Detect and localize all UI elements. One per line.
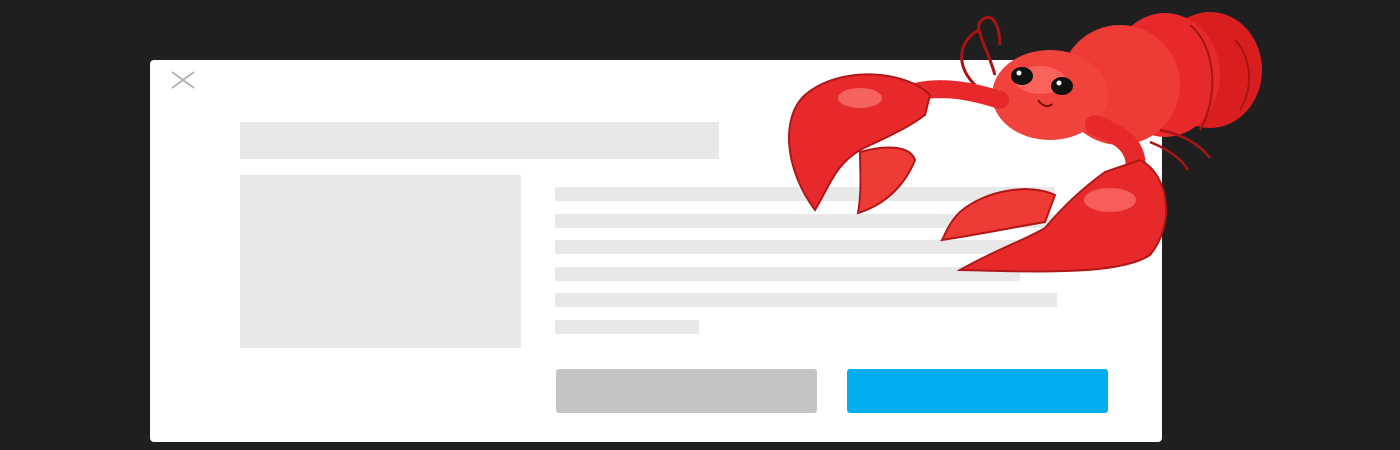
primary-button[interactable] bbox=[847, 369, 1108, 413]
secondary-button[interactable] bbox=[556, 369, 817, 413]
image-placeholder bbox=[240, 175, 521, 348]
text-line-placeholder bbox=[555, 293, 1057, 307]
close-button[interactable] bbox=[168, 68, 198, 94]
title-placeholder bbox=[240, 122, 719, 159]
text-line-placeholder bbox=[555, 267, 1020, 281]
text-line-placeholder bbox=[555, 214, 1055, 228]
text-line-placeholder bbox=[555, 320, 699, 334]
text-line-placeholder bbox=[555, 187, 1055, 201]
close-icon bbox=[171, 71, 195, 89]
text-line-placeholder bbox=[555, 240, 1055, 254]
